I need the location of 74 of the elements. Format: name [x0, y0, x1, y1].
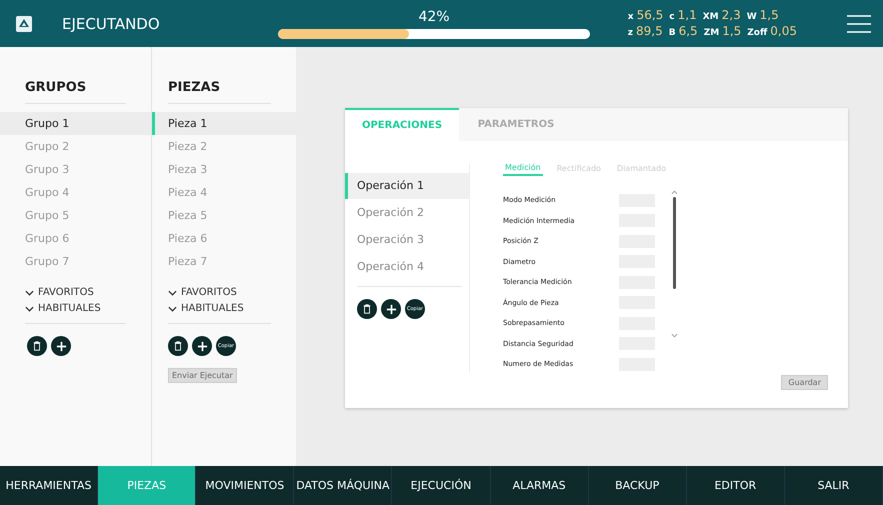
axis-label: x [628, 10, 634, 24]
nav-tab[interactable]: PIEZAS [98, 466, 196, 505]
column-title: GRUPOS [25, 80, 126, 104]
section-toggle[interactable]: FAVORITOS [25, 285, 126, 301]
axis-label: Zoff [747, 26, 768, 40]
add-button[interactable] [192, 336, 212, 356]
list-item[interactable]: Pieza 5 [152, 204, 296, 227]
nav-tab[interactable]: DATOS MÁQUINA [294, 466, 392, 505]
axis-value: 56,5 [636, 8, 664, 22]
section-toggle[interactable]: HABITUALES [168, 301, 271, 317]
chevron-down-icon [168, 290, 177, 296]
trash-icon [173, 341, 183, 351]
operation-item[interactable]: Operación 3 [345, 227, 469, 253]
list-item[interactable]: Pieza 4 [152, 181, 296, 204]
menu-icon[interactable] [847, 14, 871, 34]
nav-tab[interactable]: ALARMAS [490, 466, 589, 505]
operation-item[interactable]: Operación 2 [345, 200, 469, 226]
axis-label: z [628, 26, 634, 40]
nav-tab[interactable]: SALIR [784, 466, 883, 505]
scroll-up-icon[interactable] [670, 190, 678, 195]
subtab[interactable]: Medición [503, 163, 543, 176]
nav-tab[interactable]: EDITOR [686, 466, 785, 505]
axis-value: 1,1 [678, 8, 697, 22]
list-item[interactable]: Pieza 3 [152, 158, 296, 181]
axis-value: 6,5 [678, 24, 698, 38]
delete-button[interactable] [27, 336, 47, 356]
nav-tab[interactable]: EJECUCIÓN [392, 466, 491, 505]
chevron-down-icon [25, 306, 34, 312]
list-item[interactable]: Grupo 4 [0, 181, 151, 204]
axis-value: 1,5 [760, 8, 779, 22]
delete-button[interactable] [357, 299, 377, 319]
axis-label: B [668, 26, 676, 40]
axis-label: W [746, 10, 757, 24]
nav-tab[interactable]: BACKUP [588, 466, 687, 505]
chevron-down-icon [168, 306, 177, 312]
axis-value: 2,3 [722, 8, 741, 22]
axis-value: 89,5 [636, 24, 663, 38]
add-button[interactable] [51, 336, 71, 356]
axis-label: XM [702, 10, 719, 24]
list-item[interactable]: Pieza 1 [152, 112, 296, 135]
list-item[interactable]: Pieza 7 [152, 250, 296, 273]
list-item[interactable]: Pieza 6 [152, 227, 296, 250]
column-title: PIEZAS [168, 80, 271, 104]
progress-reading: 42% [418, 8, 450, 24]
axis-label: ZM [704, 26, 720, 40]
scroll-down-icon[interactable] [670, 333, 678, 338]
list-item[interactable]: Grupo 6 [0, 227, 151, 250]
list-item[interactable]: Grupo 1 [0, 112, 151, 135]
status-text: EJECUTANDO [62, 14, 161, 32]
axis-label: c [669, 10, 675, 24]
trash-icon [32, 341, 42, 351]
logo-icon [16, 16, 32, 32]
axis-value: 1,5 [722, 24, 742, 38]
chevron-down-icon [25, 290, 34, 296]
trash-icon [362, 304, 372, 314]
section-toggle[interactable]: FAVORITOS [168, 285, 271, 301]
section-toggle[interactable]: HABITUALES [25, 301, 126, 317]
operation-item[interactable]: Operación 1 [345, 173, 469, 199]
add-button[interactable] [381, 299, 401, 319]
list-item[interactable]: Pieza 2 [152, 135, 296, 158]
tab[interactable]: PARAMETROS [459, 108, 573, 141]
plus-icon [196, 340, 208, 352]
tab[interactable]: OPERACIONES [345, 108, 459, 141]
nav-tab[interactable]: MOVIMIENTOS [196, 466, 294, 505]
list-item[interactable]: Grupo 5 [0, 204, 151, 227]
list-item[interactable]: Grupo 2 [0, 135, 151, 158]
plus-icon [56, 340, 66, 352]
operation-item[interactable]: Operación 4 [345, 254, 469, 280]
list-item[interactable]: Grupo 3 [0, 158, 151, 181]
delete-button[interactable] [168, 336, 188, 356]
list-item[interactable]: Grupo 7 [0, 250, 151, 273]
axis-value: 0,05 [770, 24, 797, 38]
plus-icon [386, 304, 396, 314]
scrollbar-thumb[interactable] [672, 197, 676, 289]
